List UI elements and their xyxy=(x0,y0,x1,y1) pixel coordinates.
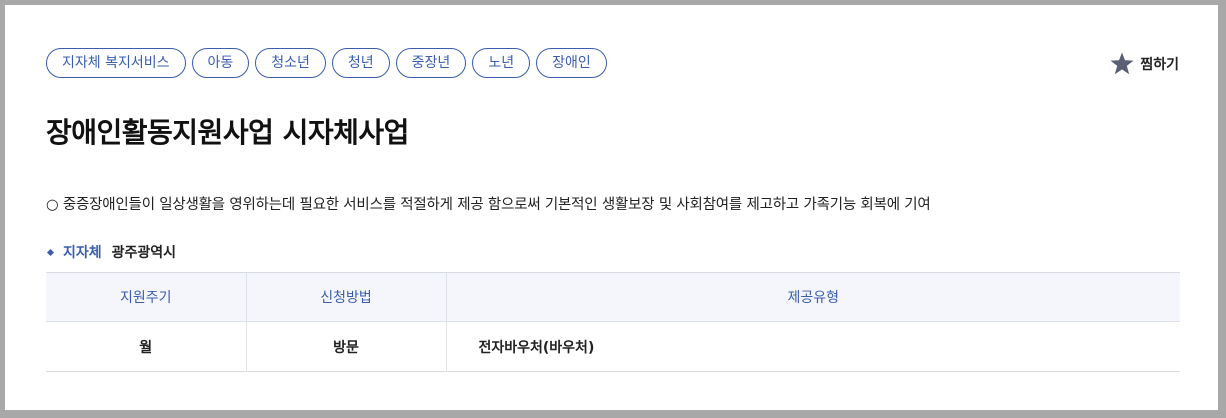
cell-support-cycle: 월 xyxy=(46,321,247,372)
header-support-cycle: 지원주기 xyxy=(46,272,247,322)
cell-provision-type: 전자바우처(바우처) xyxy=(478,339,595,356)
favorite-label: 찜하기 xyxy=(1140,56,1179,73)
star-icon xyxy=(1110,52,1134,75)
local-gov-info: 지자체 광주광역시 xyxy=(46,242,176,262)
support-info-table: 지원주기 신청방법 제공유형 월 방문 전자바우처(바우처) xyxy=(46,272,1180,372)
tag-youth[interactable]: 청소년 xyxy=(255,48,326,78)
page-title: 장애인활동지원사업 시자체사업 xyxy=(46,116,409,149)
local-gov-label: 지자체 xyxy=(63,245,102,261)
header-provision-type: 제공유형 xyxy=(446,272,1180,322)
tag-young-adult[interactable]: 청년 xyxy=(331,48,390,78)
table-row: 월 방문 전자바우처(바우처) xyxy=(46,321,1180,372)
favorite-button[interactable]: 찜하기 xyxy=(1110,52,1179,75)
cell-application-method: 방문 xyxy=(246,321,447,372)
local-gov-value: 광주광역시 xyxy=(111,245,177,261)
header-application-method: 신청방법 xyxy=(246,272,447,322)
tag-elderly[interactable]: 노년 xyxy=(472,48,531,78)
tag-middle-aged[interactable]: 중장년 xyxy=(395,48,467,78)
category-tags: 지자체 복지서비스 아동 청소년 청년 중장년 노년 장애인 xyxy=(46,48,607,78)
service-description: ○ 중증장애인들이 일상생활을 영위하는데 필요한 서비스를 적절하게 제공 함… xyxy=(46,197,931,213)
diamond-bullet-icon xyxy=(46,248,55,256)
table-header-row: 지원주기 신청방법 제공유형 xyxy=(46,272,1180,322)
tag-child[interactable]: 아동 xyxy=(191,48,250,78)
tag-disabled[interactable]: 장애인 xyxy=(536,48,607,78)
service-detail-panel: 지자체 복지서비스 아동 청소년 청년 중장년 노년 장애인 찜하기 장애인활동… xyxy=(5,5,1218,410)
tag-local-welfare[interactable]: 지자체 복지서비스 xyxy=(46,48,186,78)
